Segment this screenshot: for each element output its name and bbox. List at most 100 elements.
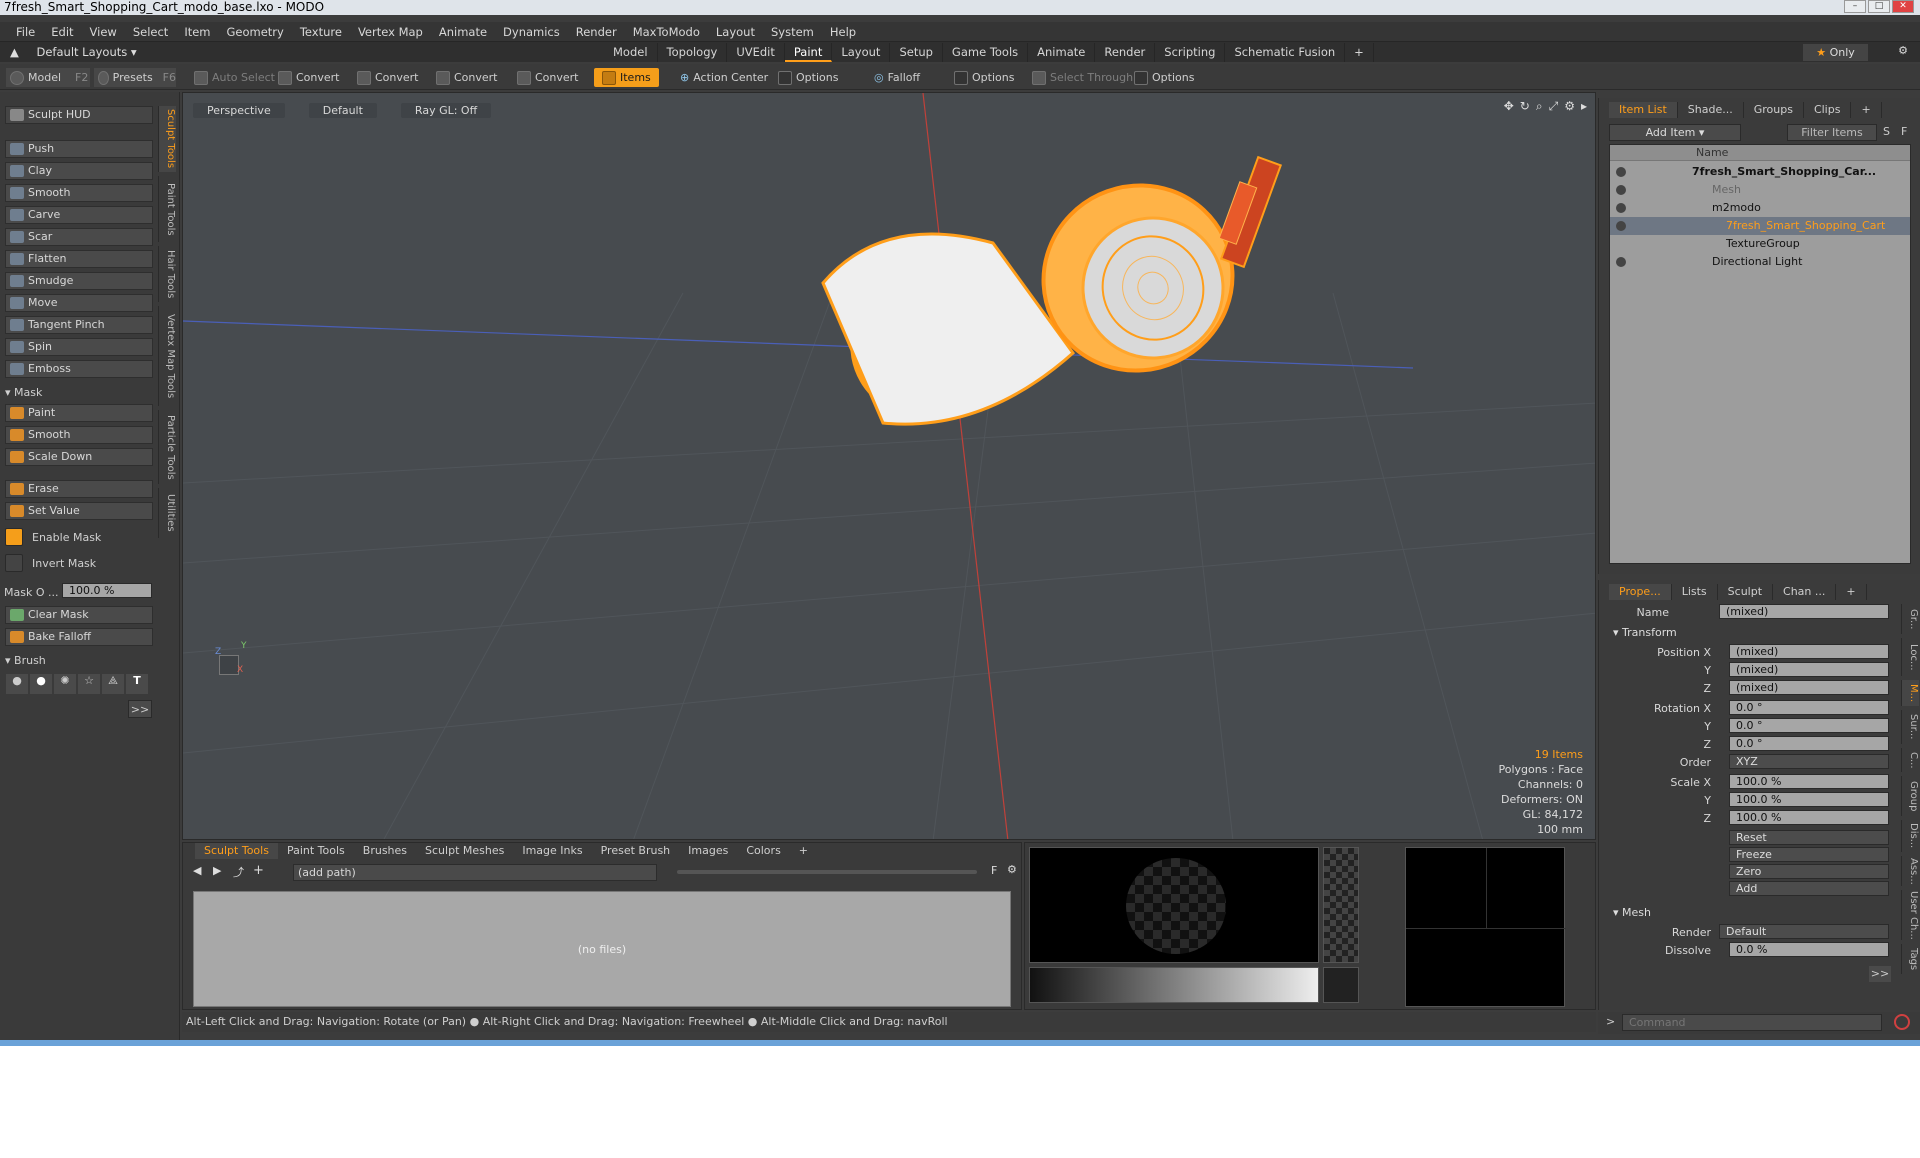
tab-brushes[interactable]: Brushes bbox=[354, 843, 416, 859]
tool-emboss[interactable]: Emboss bbox=[5, 360, 153, 378]
model-button[interactable]: Model F2 bbox=[6, 68, 90, 87]
add-tab-button[interactable]: + bbox=[1836, 584, 1867, 600]
tab-topology[interactable]: Topology bbox=[658, 43, 728, 62]
convert-button-4[interactable]: Convert bbox=[513, 68, 579, 87]
tab-images[interactable]: Images bbox=[679, 843, 737, 859]
tab-sculpt[interactable]: Sculpt bbox=[1718, 584, 1774, 600]
transform-section[interactable]: ▾ Transform bbox=[1613, 626, 1677, 639]
tab-layout[interactable]: Layout bbox=[832, 43, 891, 62]
eye-icon[interactable] bbox=[1616, 167, 1626, 177]
brush-splat-icon[interactable]: ✺ bbox=[54, 674, 76, 694]
tool-push[interactable]: Push bbox=[5, 140, 153, 158]
menu-maxtomodo[interactable]: MaxToModo bbox=[625, 25, 708, 39]
brush-star-icon[interactable]: ☆ bbox=[78, 674, 100, 694]
rotation-y-field[interactable]: 0.0 ° bbox=[1729, 718, 1889, 733]
menu-render[interactable]: Render bbox=[568, 25, 625, 39]
add-dropdown[interactable]: Add bbox=[1729, 881, 1889, 896]
convert-button-1[interactable]: Convert bbox=[274, 68, 340, 87]
maximize-icon[interactable]: □ bbox=[1868, 0, 1890, 13]
side-tab-m[interactable]: M... bbox=[1901, 680, 1919, 706]
set-value-button[interactable]: Set Value bbox=[5, 502, 153, 520]
tool-spin[interactable]: Spin bbox=[5, 338, 153, 356]
menu-vertex-map[interactable]: Vertex Map bbox=[350, 25, 431, 39]
render-dropdown[interactable]: Default bbox=[1719, 924, 1889, 939]
clear-mask-button[interactable]: Clear Mask bbox=[5, 606, 153, 624]
tab-colors[interactable]: Colors bbox=[737, 843, 789, 859]
menu-file[interactable]: File bbox=[8, 25, 43, 39]
tab-properties[interactable]: Prope... bbox=[1609, 584, 1672, 600]
dissolve-field[interactable]: 0.0 % bbox=[1729, 942, 1889, 957]
eye-icon[interactable] bbox=[1616, 185, 1626, 195]
more-brush-button[interactable]: >> bbox=[128, 700, 152, 718]
add-path-icon[interactable]: + bbox=[253, 863, 264, 878]
vtab-sculpt-tools[interactable]: Sculpt Tools bbox=[158, 106, 176, 172]
freeze-dropdown[interactable]: Freeze bbox=[1729, 847, 1889, 862]
tool-carve[interactable]: Carve bbox=[5, 206, 153, 224]
options-button-1[interactable]: Options bbox=[774, 68, 838, 87]
auto-select-button[interactable]: Auto Select bbox=[190, 68, 275, 87]
rotation-x-field[interactable]: 0.0 ° bbox=[1729, 700, 1889, 715]
invert-mask-checkbox[interactable] bbox=[5, 554, 23, 572]
brush-text-icon[interactable]: T bbox=[126, 674, 148, 694]
items-button[interactable]: Items bbox=[594, 68, 659, 87]
tree-row[interactable]: Directional Light bbox=[1610, 253, 1910, 271]
tool-smudge[interactable]: Smudge bbox=[5, 272, 153, 290]
tab-uvedit[interactable]: UVEdit bbox=[727, 43, 785, 62]
browser-gear-icon[interactable]: ⚙ bbox=[1007, 863, 1017, 876]
name-field[interactable]: (mixed) bbox=[1719, 604, 1889, 619]
tool-clay[interactable]: Clay bbox=[5, 162, 153, 180]
tab-sculpt-meshes[interactable]: Sculpt Meshes bbox=[416, 843, 513, 859]
menu-select[interactable]: Select bbox=[125, 25, 176, 39]
menu-item[interactable]: Item bbox=[176, 25, 218, 39]
menu-system[interactable]: System bbox=[763, 25, 822, 39]
menu-view[interactable]: View bbox=[82, 25, 125, 39]
tab-model[interactable]: Model bbox=[604, 43, 658, 62]
more-props-button[interactable]: >> bbox=[1869, 966, 1891, 982]
brush-soft-icon[interactable]: ● bbox=[6, 674, 28, 694]
vtab-hair-tools[interactable]: Hair Tools bbox=[158, 246, 176, 302]
tool-move[interactable]: Move bbox=[5, 294, 153, 312]
sculpt-hud-button[interactable]: Sculpt HUD bbox=[5, 106, 153, 124]
mask-opacity-field[interactable]: 100.0 % bbox=[62, 583, 152, 598]
zero-dropdown[interactable]: Zero bbox=[1729, 864, 1889, 879]
mesh-section[interactable]: ▾ Mesh bbox=[1613, 906, 1651, 919]
add-tab-button[interactable]: + bbox=[1345, 43, 1374, 62]
add-item-button[interactable]: Add Item ▾ bbox=[1609, 124, 1741, 141]
menu-edit[interactable]: Edit bbox=[43, 25, 81, 39]
side-tab-gr[interactable]: Gr... bbox=[1901, 604, 1919, 634]
close-icon[interactable]: ✕ bbox=[1892, 0, 1914, 13]
eye-icon[interactable] bbox=[1616, 257, 1626, 267]
vtab-vertex-map-tools[interactable]: Vertex Map Tools bbox=[158, 306, 176, 406]
brush-section-header[interactable]: ▾ Brush bbox=[5, 654, 46, 667]
thumbnail-size-slider[interactable] bbox=[677, 870, 977, 874]
add-tab-button[interactable]: + bbox=[1851, 102, 1882, 118]
side-tab-c[interactable]: C... bbox=[1901, 748, 1919, 772]
tab-image-inks[interactable]: Image Inks bbox=[513, 843, 591, 859]
menu-dynamics[interactable]: Dynamics bbox=[495, 25, 568, 39]
options-button-2[interactable]: Options bbox=[950, 68, 1014, 87]
menu-layout[interactable]: Layout bbox=[708, 25, 763, 39]
side-tab-tags[interactable]: Tags bbox=[1901, 944, 1919, 974]
eye-icon[interactable] bbox=[1616, 221, 1626, 231]
falloff-button[interactable]: ◎ Falloff bbox=[870, 68, 920, 87]
back-icon[interactable]: ◀ bbox=[193, 864, 201, 877]
rotation-z-field[interactable]: 0.0 ° bbox=[1729, 736, 1889, 751]
tab-clips[interactable]: Clips bbox=[1804, 102, 1852, 118]
file-list-area[interactable]: (no files) bbox=[193, 891, 1011, 1007]
tool-smooth[interactable]: Smooth bbox=[5, 184, 153, 202]
tab-preset-brush[interactable]: Preset Brush bbox=[592, 843, 680, 859]
scale-y-field[interactable]: 100.0 % bbox=[1729, 792, 1889, 807]
tool-scar[interactable]: Scar bbox=[5, 228, 153, 246]
tab-groups[interactable]: Groups bbox=[1744, 102, 1804, 118]
eye-icon[interactable] bbox=[1616, 203, 1626, 213]
filter-items-input[interactable]: Filter Items bbox=[1787, 124, 1877, 141]
side-tab-loc[interactable]: Loc... bbox=[1901, 638, 1919, 676]
side-tab-group[interactable]: Group bbox=[1901, 776, 1919, 816]
erase-button[interactable]: Erase bbox=[5, 480, 153, 498]
3d-viewport[interactable]: Perspective Default Ray GL: Off ✥ ↻ ⌕ ⤢ … bbox=[182, 92, 1596, 840]
tab-lists[interactable]: Lists bbox=[1672, 584, 1718, 600]
presets-button[interactable]: Presets F6 bbox=[94, 68, 176, 87]
mask-smooth-button[interactable]: Smooth bbox=[5, 426, 153, 444]
record-icon[interactable] bbox=[1894, 1014, 1910, 1030]
position-y-field[interactable]: (mixed) bbox=[1729, 662, 1889, 677]
